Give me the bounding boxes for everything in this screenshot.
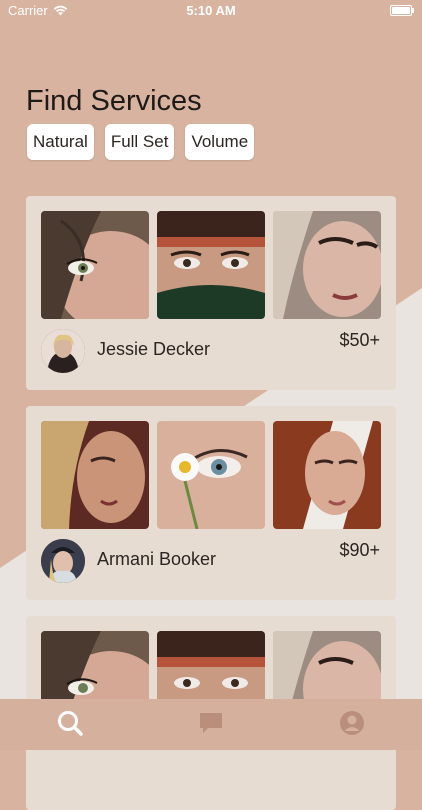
service-photo[interactable] (157, 211, 265, 319)
battery-icon (390, 5, 414, 16)
provider-name: Jessie Decker (97, 339, 211, 359)
service-photo[interactable] (41, 421, 149, 529)
tab-profile[interactable] (335, 706, 369, 740)
filter-full-set[interactable]: Full Set (104, 124, 175, 160)
service-photo[interactable] (157, 421, 265, 529)
service-photo[interactable] (273, 211, 381, 319)
page-title: Find Services (26, 85, 202, 118)
tab-search[interactable] (53, 706, 87, 740)
status-bar: Carrier 5:10 AM (0, 0, 422, 22)
price-label: $90+ (339, 540, 380, 560)
profile-icon (340, 711, 364, 735)
service-card[interactable]: Jessie Decker $50+ (26, 196, 396, 390)
tab-bar (0, 699, 422, 750)
provider-name: Armani Booker (97, 549, 217, 569)
service-photo[interactable] (41, 211, 149, 319)
service-card[interactable]: Armani Booker $90+ (26, 406, 396, 600)
photo-strip (41, 421, 381, 529)
tab-messages[interactable] (194, 706, 228, 740)
status-time: 5:10 AM (186, 3, 236, 18)
search-icon (58, 711, 83, 736)
filter-natural[interactable]: Natural (27, 124, 94, 160)
chat-bubble-icon (200, 713, 222, 733)
filter-chips: Natural Full Set Volume (27, 124, 255, 160)
service-photo[interactable] (273, 421, 381, 529)
photo-strip (41, 211, 381, 319)
avatar[interactable] (41, 329, 85, 373)
filter-volume[interactable]: Volume (185, 124, 255, 160)
avatar[interactable] (41, 539, 85, 583)
price-label: $50+ (339, 330, 380, 350)
